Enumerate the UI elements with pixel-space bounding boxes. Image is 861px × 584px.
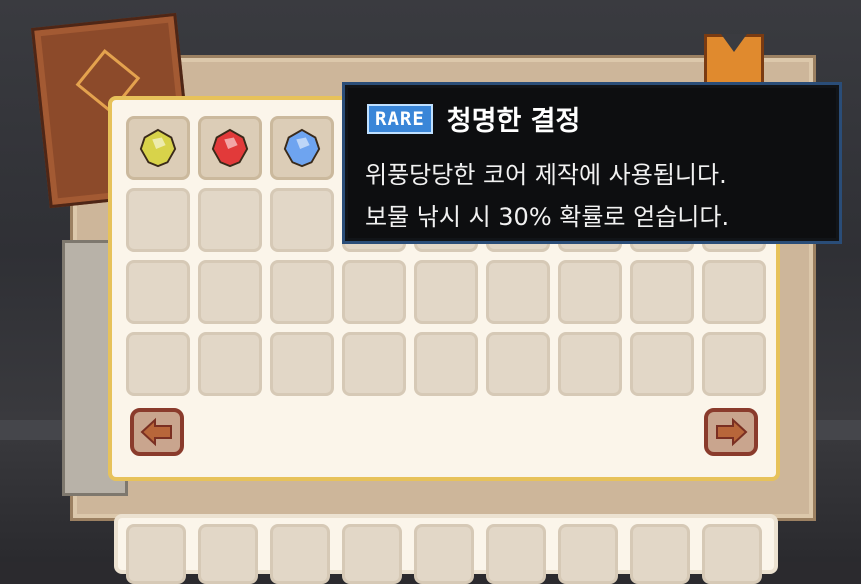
inventory-slot[interactable] [486,260,550,324]
inventory-slot[interactable] [270,524,330,584]
inventory-slot[interactable] [702,524,762,584]
inventory-slot[interactable] [558,332,622,396]
inventory-slot[interactable] [630,524,690,584]
inventory-slot[interactable] [342,524,402,584]
inventory-slot[interactable] [558,524,618,584]
inventory-slot[interactable] [126,524,186,584]
inventory-slot[interactable] [198,188,262,252]
next-page-button[interactable] [704,408,758,456]
item-description-line: 위풍당당한 코어 제작에 사용됩니다. [365,161,727,189]
inventory-slot[interactable] [126,188,190,252]
secondary-inventory-panel [114,514,778,584]
item-tooltip: RARE 청명한 결정 위풍당당한 코어 제작에 사용됩니다. 보물 낚시 시 … [342,82,842,244]
inventory-slot[interactable] [270,332,334,396]
arrow-left-icon [140,417,172,447]
inventory-slot[interactable] [126,116,190,180]
inventory-slot[interactable] [270,116,334,180]
inventory-slot[interactable] [630,260,694,324]
item-name: 청명한 결정 [446,106,581,137]
inventory-slot[interactable] [270,188,334,252]
blue-crystal-icon [283,128,321,168]
inventory-slot[interactable] [198,524,258,584]
arrow-right-icon [716,417,748,447]
red-crystal-icon [211,128,249,168]
item-description-line: 보물 낚시 시 30% 확률로 얻습니다. [365,203,730,231]
prev-page-button[interactable] [130,408,184,456]
inventory-slot[interactable] [342,260,406,324]
inventory-slot[interactable] [414,260,478,324]
inventory-slot[interactable] [126,332,190,396]
inventory-slot[interactable] [126,260,190,324]
inventory-slot[interactable] [414,524,474,584]
inventory-slot[interactable] [342,332,406,396]
inventory-slot[interactable] [198,332,262,396]
inventory-slot[interactable] [198,260,262,324]
yellow-crystal-icon [139,128,177,168]
inventory-slot[interactable] [558,260,622,324]
inventory-slot[interactable] [702,260,766,324]
inventory-slot[interactable] [270,260,334,324]
inventory-slot[interactable] [702,332,766,396]
tooltip-header: RARE 청명한 결정 [367,99,580,138]
inventory-slot[interactable] [198,116,262,180]
inventory-slot[interactable] [414,332,478,396]
inventory-slot[interactable] [486,332,550,396]
inventory-slot[interactable] [486,524,546,584]
rarity-badge: RARE [367,103,433,134]
inventory-slot[interactable] [630,332,694,396]
